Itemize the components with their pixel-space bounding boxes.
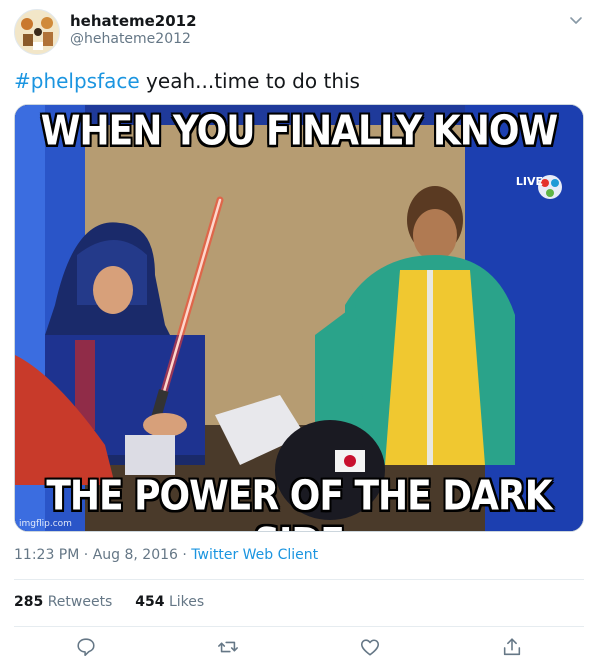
tweet-timestamp: 11:23 PM · Aug 8, 2016 · Twitter Web Cli… [14, 547, 318, 563]
chevron-down-icon[interactable] [568, 12, 584, 28]
divider [14, 626, 584, 627]
heart-icon[interactable] [359, 636, 381, 658]
meme-top-caption: WHEN YOU FINALLY KNOW [40, 107, 558, 156]
tweet-text: #phelpsface yeah...time to do this [14, 68, 360, 94]
tweet-stats: 285 Retweets 454 Likes [14, 594, 204, 610]
meta-separator: · [79, 547, 93, 563]
hashtag-link[interactable]: #phelpsface [14, 69, 140, 93]
likes-stat[interactable]: 454 Likes [135, 594, 204, 610]
likes-count: 454 [135, 594, 165, 610]
share-icon[interactable] [501, 636, 523, 658]
client-link[interactable]: Twitter Web Client [191, 547, 318, 563]
meme-bottom-caption: THE POWER OF THE DARK SIDE [46, 472, 552, 531]
imgflip-watermark: imgflip.com [19, 519, 72, 529]
reply-icon[interactable] [75, 636, 97, 658]
retweets-stat[interactable]: 285 Retweets [14, 594, 112, 610]
tweet-card: hehateme2012 @hehateme2012 #phelpsface y… [0, 0, 598, 672]
user-handle[interactable]: @hehateme2012 [70, 31, 191, 47]
retweets-count: 285 [14, 594, 44, 610]
tweet-date[interactable]: Aug 8, 2016 [93, 547, 178, 563]
meta-separator: · [177, 547, 192, 563]
display-name[interactable]: hehateme2012 [70, 12, 197, 30]
tweet-body: yeah...time to do this [139, 69, 360, 93]
retweets-label: Retweets [47, 594, 113, 610]
meme-image [15, 105, 583, 531]
retweet-icon[interactable] [217, 636, 239, 658]
tweet-time[interactable]: 11:23 PM [14, 547, 79, 563]
tweet-media-image[interactable]: WHEN YOU FINALLY KNOW THE POWER OF THE D… [14, 104, 584, 532]
live-badge: LIVE [515, 175, 543, 188]
likes-label: Likes [168, 594, 205, 610]
avatar[interactable] [14, 9, 60, 55]
divider [14, 579, 584, 580]
tweet-actions [0, 636, 598, 664]
